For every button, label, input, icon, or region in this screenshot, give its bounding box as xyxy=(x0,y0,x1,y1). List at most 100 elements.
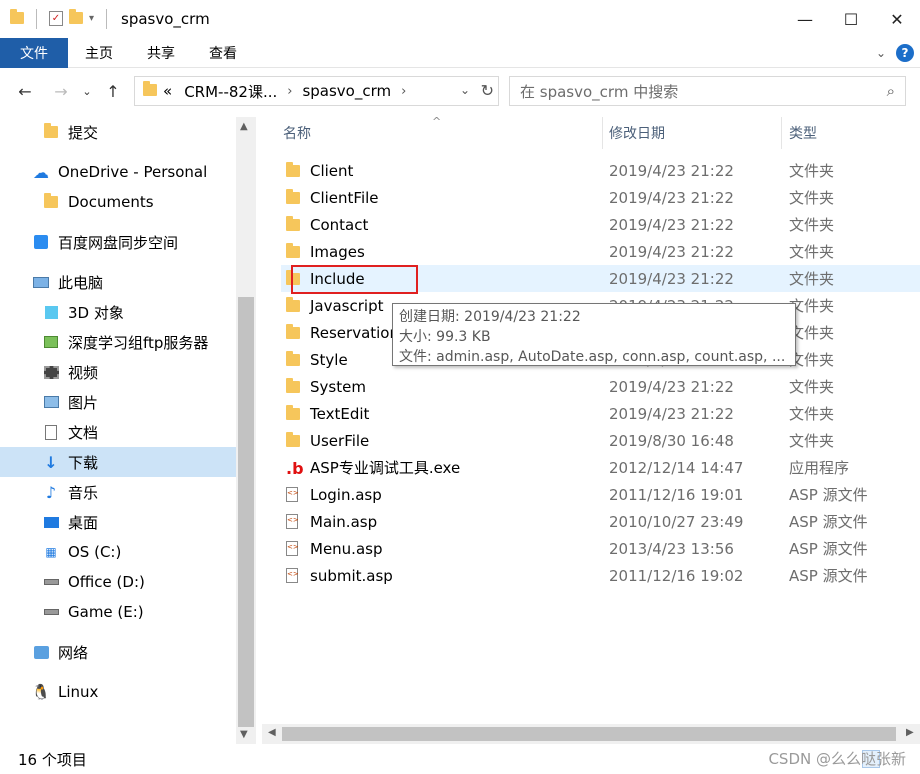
chevron-right-icon[interactable]: › xyxy=(397,84,410,99)
file-row[interactable]: Menu.asp 2013/4/23 13:56 ASP 源文件 xyxy=(281,535,920,562)
horizontal-scrollbar-thumb[interactable] xyxy=(282,727,896,741)
breadcrumb-spasvo-crm[interactable]: spasvo_crm xyxy=(296,82,397,100)
file-row[interactable]: UserFile 2019/8/30 16:48 文件夹 xyxy=(281,427,920,454)
horizontal-scrollbar[interactable]: ◀ ▶ xyxy=(262,724,920,744)
file-row[interactable]: Main.asp 2010/10/27 23:49 ASP 源文件 xyxy=(281,508,920,535)
file-name: Menu.asp xyxy=(310,539,383,558)
search-input[interactable]: 在 spasvo_crm 中搜索 ⌕ xyxy=(509,76,906,106)
nav-item[interactable]: 百度网盘同步空间 xyxy=(0,227,236,257)
nav-item[interactable]: ☁ OneDrive - Personal xyxy=(0,157,236,187)
address-dropdown-icon[interactable]: ⌄ xyxy=(460,83,470,97)
watermark: CSDN @么么哒张新 xyxy=(768,750,906,768)
minimize-button[interactable]: — xyxy=(782,0,828,38)
nav-item[interactable]: 文档 xyxy=(0,417,236,447)
file-date: 2013/4/23 13:56 xyxy=(609,539,734,558)
file-row[interactable]: ClientFile 2019/4/23 21:22 文件夹 xyxy=(281,184,920,211)
close-button[interactable]: ✕ xyxy=(874,0,920,38)
file-type: 文件夹 xyxy=(789,432,835,450)
asp-file-icon xyxy=(286,514,299,533)
file-row[interactable]: System 2019/4/23 21:22 文件夹 xyxy=(281,373,920,400)
address-bar[interactable]: « CRM--82课... › spasvo_crm › ⌄ ↻ xyxy=(134,76,499,106)
refresh-icon[interactable]: ↻ xyxy=(481,81,494,100)
exe-icon: .b xyxy=(286,459,304,478)
nav-item[interactable]: 视频 xyxy=(0,357,236,387)
up-button[interactable]: ↑ xyxy=(100,76,126,106)
folder-icon xyxy=(286,351,300,370)
asp-file-icon xyxy=(286,487,299,506)
title-bar: ✓ ▾ spasvo_crm — ☐ ✕ xyxy=(0,0,920,38)
nav-item[interactable]: 此电脑 xyxy=(0,267,236,297)
tab-home[interactable]: 主页 xyxy=(68,38,130,68)
nav-item[interactable]: 桌面 xyxy=(0,507,236,537)
nav-item[interactable]: 网络 xyxy=(0,637,236,667)
nav-item[interactable]: ♪ 音乐 xyxy=(0,477,236,507)
nav-item[interactable]: 提交 xyxy=(0,117,236,147)
nav-item[interactable]: 深度学习组ftp服务器 xyxy=(0,327,236,357)
nav-item-label: Documents xyxy=(68,193,154,211)
nav-item[interactable]: ↓ 下载 xyxy=(0,447,236,477)
file-row[interactable]: Client 2019/4/23 21:22 文件夹 xyxy=(281,157,920,184)
scroll-left-icon[interactable]: ◀ xyxy=(268,727,276,738)
scroll-right-icon[interactable]: ▶ xyxy=(906,727,914,738)
nav-item[interactable]: ▦ OS (C:) xyxy=(0,537,236,567)
file-name: Login.asp xyxy=(310,485,382,504)
file-list: ^ 名称 修改日期 类型 Client 2019/4/23 21:22 文件夹 Cli… xyxy=(256,115,920,744)
nav-item[interactable]: Documents xyxy=(0,187,236,217)
file-row[interactable]: Images 2019/4/23 21:22 文件夹 xyxy=(281,238,920,265)
tab-view[interactable]: 查看 xyxy=(192,38,254,68)
column-divider[interactable] xyxy=(781,117,782,149)
column-header-date[interactable]: 修改日期 xyxy=(609,117,665,149)
file-list-scroll-area xyxy=(906,117,920,724)
properties-icon[interactable]: ✓ xyxy=(49,11,63,26)
tab-file[interactable]: 文件 xyxy=(0,37,68,68)
recent-locations-button[interactable]: ⌄ xyxy=(74,76,100,106)
nav-item[interactable]: 3D 对象 xyxy=(0,297,236,327)
file-name: Javascript xyxy=(310,296,384,315)
file-name: TextEdit xyxy=(310,404,370,423)
file-date: 2019/4/23 21:22 xyxy=(609,269,734,288)
column-header-name[interactable]: 名称 xyxy=(283,117,311,149)
nav-item[interactable]: 🐧 Linux xyxy=(0,677,236,707)
new-folder-icon[interactable] xyxy=(69,8,83,28)
nav-scrollbar-thumb[interactable] xyxy=(238,297,254,727)
scroll-down-icon[interactable]: ▼ xyxy=(240,729,248,740)
nav-item-label: OS (C:) xyxy=(68,543,122,561)
column-divider[interactable] xyxy=(602,117,603,149)
expand-ribbon-icon[interactable]: ⌄ xyxy=(876,46,886,60)
file-row[interactable]: Contact 2019/4/23 21:22 文件夹 xyxy=(281,211,920,238)
file-date: 2019/4/23 21:22 xyxy=(609,188,734,207)
file-type: 文件夹 xyxy=(789,378,835,396)
picture-icon xyxy=(42,394,60,410)
back-button[interactable]: ← xyxy=(12,76,38,106)
tooltip-created: 创建日期: 2019/4/23 21:22 xyxy=(399,309,581,325)
nav-scrollbar[interactable]: ▲ ▼ xyxy=(236,117,256,744)
file-type: 文件夹 xyxy=(789,216,835,234)
breadcrumb-crm[interactable]: CRM--82课... xyxy=(178,81,283,102)
nav-item-label: 百度网盘同步空间 xyxy=(58,233,179,252)
file-row[interactable]: submit.asp 2011/12/16 19:02 ASP 源文件 xyxy=(281,562,920,589)
file-row[interactable]: Login.asp 2011/12/16 19:01 ASP 源文件 xyxy=(281,481,920,508)
nav-item[interactable]: Game (E:) xyxy=(0,597,236,627)
help-icon[interactable]: ? xyxy=(896,44,914,62)
address-row: ← → ⌄ ↑ « CRM--82课... › spasvo_crm › ⌄ ↻… xyxy=(0,68,920,114)
file-row[interactable]: .b ASP专业调试工具.exe 2012/12/14 14:47 应用程序 xyxy=(281,454,920,481)
breadcrumb-overflow[interactable]: « xyxy=(157,82,178,100)
folder-icon xyxy=(286,324,300,343)
nav-item-label: 视频 xyxy=(68,363,99,382)
chevron-right-icon[interactable]: › xyxy=(283,84,296,99)
customize-toolbar-icon[interactable]: ▾ xyxy=(89,13,94,24)
scroll-up-icon[interactable]: ▲ xyxy=(240,121,248,132)
file-row[interactable]: TextEdit 2019/4/23 21:22 文件夹 xyxy=(281,400,920,427)
tab-share[interactable]: 共享 xyxy=(130,38,192,68)
nav-item[interactable]: 图片 xyxy=(0,387,236,417)
column-header-type[interactable]: 类型 xyxy=(789,117,817,149)
forward-button[interactable]: → xyxy=(48,76,74,106)
quick-access-toolbar: ✓ ▾ spasvo_crm xyxy=(0,0,210,38)
file-type: 文件夹 xyxy=(789,405,835,423)
file-name: submit.asp xyxy=(310,566,393,585)
nav-item[interactable]: Office (D:) xyxy=(0,567,236,597)
desktop-icon xyxy=(42,514,60,530)
maximize-button[interactable]: ☐ xyxy=(828,0,874,38)
file-type: ASP 源文件 xyxy=(789,486,868,504)
nav-item-label: Office (D:) xyxy=(68,573,145,591)
